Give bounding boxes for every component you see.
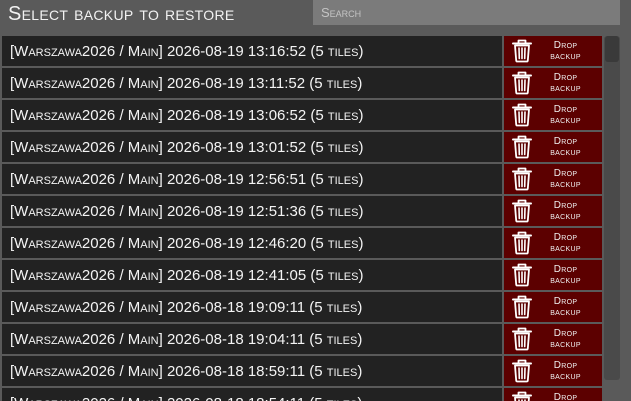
dialog-title: Select backup to restore — [8, 3, 235, 25]
backup-row: [Warszawa2026 / Main] 2026-08-18 18:59:1… — [2, 356, 602, 386]
drop-backup-label: Drop backup — [550, 296, 581, 318]
backup-row: [Warszawa2026 / Main] 2026-08-18 19:04:1… — [2, 324, 602, 354]
trash-icon — [512, 167, 532, 191]
backup-row: [Warszawa2026 / Main] 2026-08-19 12:41:0… — [2, 260, 602, 290]
drop-backup-button[interactable]: Drop backup — [504, 164, 602, 194]
backup-row: [Warszawa2026 / Main] 2026-08-18 18:54:1… — [2, 388, 602, 401]
backup-row: [Warszawa2026 / Main] 2026-08-19 13:16:5… — [2, 36, 602, 66]
drop-backup-button[interactable]: Drop backup — [504, 388, 602, 401]
backup-entry-label[interactable]: [Warszawa2026 / Main] 2026-08-19 12:41:0… — [2, 260, 502, 290]
trash-icon — [512, 391, 532, 401]
drop-backup-label: Drop backup — [550, 328, 581, 350]
backup-entry-label[interactable]: [Warszawa2026 / Main] 2026-08-18 18:59:1… — [2, 356, 502, 386]
backup-row: [Warszawa2026 / Main] 2026-08-19 12:46:2… — [2, 228, 602, 258]
drop-backup-button[interactable]: Drop backup — [504, 292, 602, 322]
drop-backup-label: Drop backup — [550, 168, 581, 190]
trash-icon — [512, 263, 532, 287]
trash-icon — [512, 71, 532, 95]
backup-entry-label[interactable]: [Warszawa2026 / Main] 2026-08-19 12:46:2… — [2, 228, 502, 258]
dialog-header: Select backup to restore — [0, 0, 631, 34]
backup-entry-label[interactable]: [Warszawa2026 / Main] 2026-08-18 19:04:1… — [2, 324, 502, 354]
drop-backup-button[interactable]: Drop backup — [504, 260, 602, 290]
backup-row: [Warszawa2026 / Main] 2026-08-18 19:09:1… — [2, 292, 602, 322]
backup-row: [Warszawa2026 / Main] 2026-08-19 12:51:3… — [2, 196, 602, 226]
drop-backup-label: Drop backup — [550, 40, 581, 62]
drop-backup-label: Drop backup — [550, 72, 581, 94]
backup-entry-label[interactable]: [Warszawa2026 / Main] 2026-08-18 19:09:1… — [2, 292, 502, 322]
backup-restore-dialog: Select backup to restore [Warszawa2026 /… — [0, 0, 631, 401]
drop-backup-label: Drop backup — [550, 360, 581, 382]
drop-backup-button[interactable]: Drop backup — [504, 356, 602, 386]
scrollbar-thumb[interactable] — [605, 36, 619, 62]
drop-backup-button[interactable]: Drop backup — [504, 36, 602, 66]
drop-backup-label: Drop backup — [550, 136, 581, 158]
drop-backup-button[interactable]: Drop backup — [504, 324, 602, 354]
backup-entry-label[interactable]: [Warszawa2026 / Main] 2026-08-19 12:51:3… — [2, 196, 502, 226]
backup-entry-label[interactable]: [Warszawa2026 / Main] 2026-08-19 13:01:5… — [2, 132, 502, 162]
trash-icon — [512, 39, 532, 63]
backup-row: [Warszawa2026 / Main] 2026-08-19 13:11:5… — [2, 68, 602, 98]
trash-icon — [512, 199, 532, 223]
trash-icon — [512, 295, 532, 319]
drop-backup-label: Drop backup — [550, 232, 581, 254]
backup-row: [Warszawa2026 / Main] 2026-08-19 13:06:5… — [2, 100, 602, 130]
trash-icon — [512, 103, 532, 127]
trash-icon — [512, 327, 532, 351]
scrollbar[interactable] — [604, 36, 620, 380]
backup-entry-label[interactable]: [Warszawa2026 / Main] 2026-08-19 12:56:5… — [2, 164, 502, 194]
drop-backup-button[interactable]: Drop backup — [504, 100, 602, 130]
backup-list: [Warszawa2026 / Main] 2026-08-19 13:16:5… — [2, 36, 602, 401]
drop-backup-button[interactable]: Drop backup — [504, 132, 602, 162]
drop-backup-label: Drop backup — [550, 264, 581, 286]
backup-entry-label[interactable]: [Warszawa2026 / Main] 2026-08-18 18:54:1… — [2, 388, 502, 401]
backup-entry-label[interactable]: [Warszawa2026 / Main] 2026-08-19 13:11:5… — [2, 68, 502, 98]
trash-icon — [512, 359, 532, 383]
drop-backup-label: Drop backup — [550, 104, 581, 126]
drop-backup-button[interactable]: Drop backup — [504, 68, 602, 98]
backup-entry-label[interactable]: [Warszawa2026 / Main] 2026-08-19 13:16:5… — [2, 36, 502, 66]
trash-icon — [512, 231, 532, 255]
trash-icon — [512, 135, 532, 159]
drop-backup-button[interactable]: Drop backup — [504, 228, 602, 258]
search-input[interactable] — [313, 0, 620, 25]
drop-backup-button[interactable]: Drop backup — [504, 196, 602, 226]
backup-row: [Warszawa2026 / Main] 2026-08-19 13:01:5… — [2, 132, 602, 162]
drop-backup-label: Drop backup — [550, 200, 581, 222]
backup-entry-label[interactable]: [Warszawa2026 / Main] 2026-08-19 13:06:5… — [2, 100, 502, 130]
drop-backup-label: Drop backup — [553, 392, 578, 401]
backup-row: [Warszawa2026 / Main] 2026-08-19 12:56:5… — [2, 164, 602, 194]
